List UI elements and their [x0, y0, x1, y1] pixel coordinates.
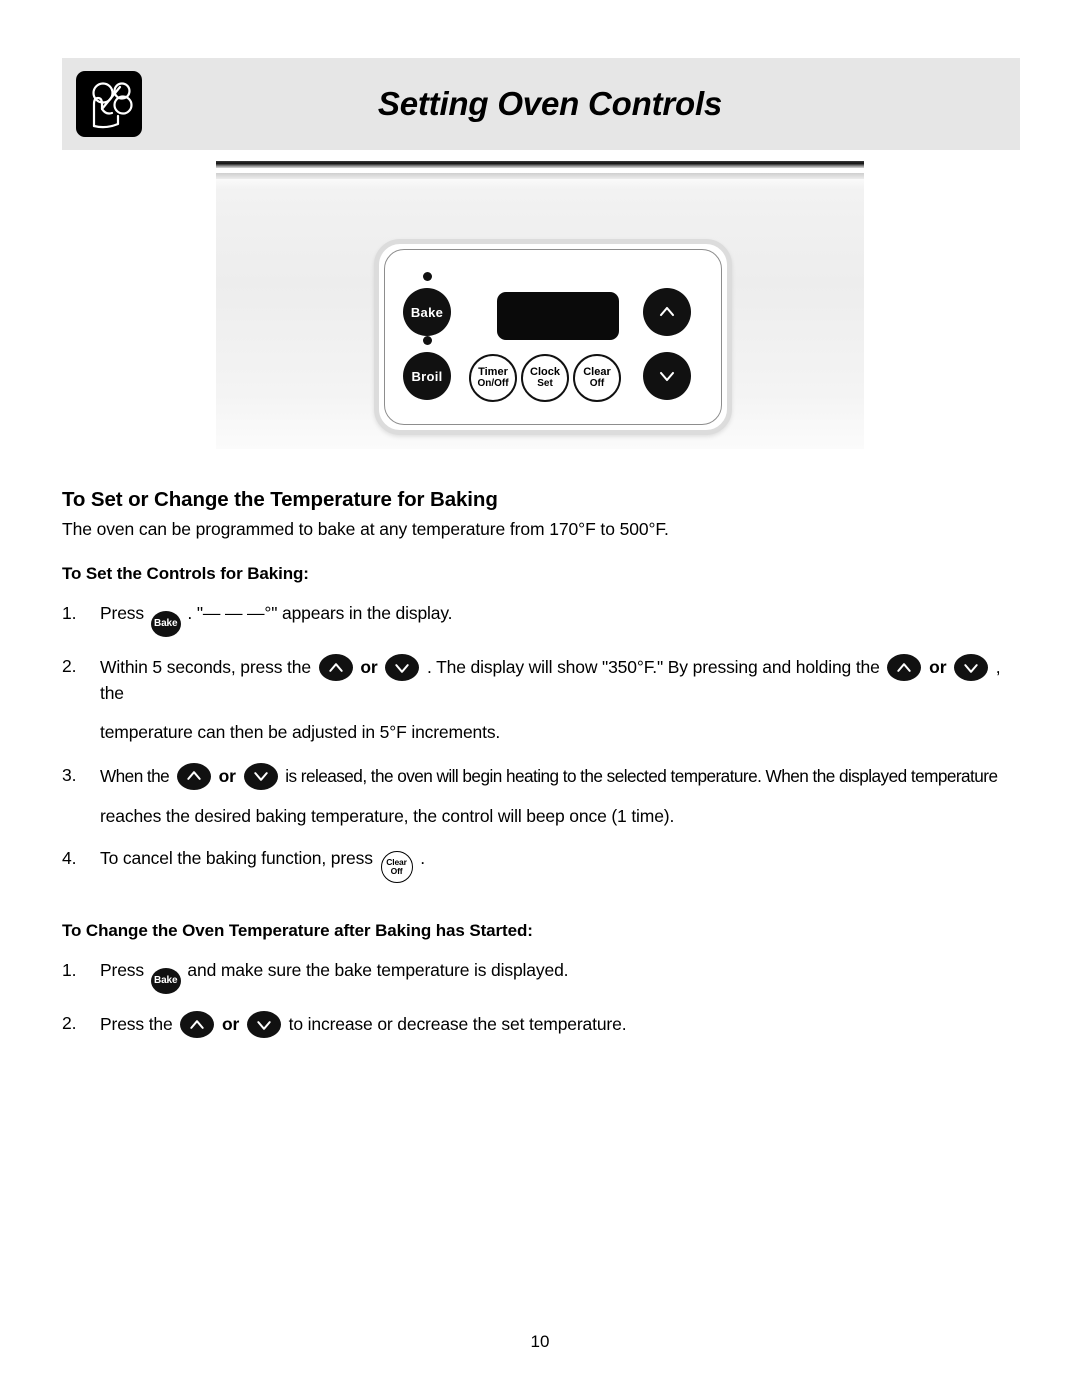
step-number: 1.: [62, 603, 77, 623]
steps-list-set-controls: 1. Press Bake . "— — —°" appears in the …: [62, 601, 1022, 884]
step-conjunction: or: [218, 765, 236, 786]
page-header: Setting Oven Controls: [62, 58, 1020, 150]
panel-button-timer-label: Timer: [478, 365, 508, 378]
oven-control-panel-illustration: Bake Broil Timer On/Off Clock Set Clear …: [216, 161, 864, 449]
page-title: Setting Oven Controls: [377, 85, 723, 122]
step-text-a: When the: [100, 765, 170, 786]
step-text-b: . "— — —°" appears in the display.: [187, 603, 453, 623]
step-text-a: Press the: [100, 1014, 173, 1035]
inline-bake-button-icon: Bake: [150, 611, 181, 637]
step-text-a: To cancel the baking function, press: [100, 848, 373, 869]
inline-bake-button-icon: Bake: [150, 968, 181, 995]
step-number: 3.: [62, 764, 77, 785]
step-number: 2.: [62, 1013, 77, 1034]
panel-button-clock[interactable]: Clock Set: [521, 354, 569, 402]
panel-button-timer[interactable]: Timer On/Off: [469, 354, 517, 402]
step-text-b: and make sure the bake temperature is di…: [187, 960, 569, 981]
inline-clear-off-button-icon: Clear Off: [380, 851, 413, 884]
inline-clear-sublabel: Off: [390, 866, 403, 877]
inline-up-arrow-icon: [180, 1011, 215, 1039]
bake-indicator-dot: [423, 272, 432, 281]
list-item: 3. When the or is released, the oven wil…: [62, 762, 1022, 829]
panel-button-clear-label: Clear: [583, 365, 611, 378]
list-item: 1. Press Bake . "— — —°" appears in the …: [62, 601, 1022, 637]
backguard-top-edge: [216, 161, 864, 168]
control-panel-inner: Bake Broil Timer On/Off Clock Set Clear …: [384, 249, 722, 425]
section-title-baking: To Set or Change the Temperature for Bak…: [62, 488, 498, 511]
step-text-b: to increase or decrease the set temperat…: [288, 1014, 627, 1035]
panel-button-clock-label: Clock: [530, 365, 560, 378]
step-number: 4.: [62, 848, 77, 869]
panel-button-clear-sublabel: Off: [589, 377, 605, 389]
list-item: 2. Press the or to increase or decrease …: [62, 1011, 1022, 1039]
step-text-a: Press: [100, 603, 144, 623]
panel-button-bake[interactable]: Bake: [403, 288, 451, 336]
inline-down-arrow-icon: [954, 654, 989, 681]
step-conjunction: or: [360, 657, 378, 677]
oven-display: [497, 292, 619, 340]
inline-up-arrow-icon: [176, 762, 211, 790]
panel-button-up-arrow[interactable]: [643, 288, 691, 336]
panel-button-clock-sublabel: Set: [537, 377, 553, 389]
step-conjunction: or: [222, 1014, 240, 1035]
inline-down-arrow-icon: [385, 654, 420, 681]
list-item: 4. To cancel the baking function, press …: [62, 846, 1022, 884]
panel-button-clear[interactable]: Clear Off: [573, 354, 621, 402]
inline-down-arrow-icon: [246, 1011, 281, 1039]
step-text-b: is released, the oven will begin heating…: [285, 765, 998, 786]
chevron-up-icon: [659, 306, 675, 317]
list-item: 2. Within 5 seconds, press the or . The …: [62, 654, 1022, 746]
step-text-line2: temperature can then be adjusted in 5°F …: [100, 722, 501, 743]
step-text-b: .: [420, 848, 425, 869]
inline-down-arrow-icon: [243, 762, 278, 790]
step-number: 1.: [62, 960, 77, 981]
panel-button-timer-sublabel: On/Off: [477, 377, 509, 389]
broil-indicator-dot: [423, 336, 432, 345]
page-content: To Set or Change the Temperature for Bak…: [62, 488, 1022, 1039]
step-text-a: Within 5 seconds, press the: [100, 657, 311, 677]
list-item: 1. Press Bake and make sure the bake tem…: [62, 958, 1022, 995]
inline-up-arrow-icon: [318, 654, 353, 681]
control-panel-plate: Bake Broil Timer On/Off Clock Set Clear …: [374, 239, 732, 435]
panel-button-broil-label: Broil: [411, 368, 443, 384]
page-number: 10: [530, 1332, 550, 1351]
panel-button-broil[interactable]: Broil: [403, 352, 451, 400]
step-text-a: Press: [100, 960, 144, 981]
step-text-line2: reaches the desired baking temperature, …: [100, 805, 675, 826]
panel-button-bake-label: Bake: [410, 304, 444, 320]
step-conjunction: or: [929, 657, 947, 677]
steps-list-change-temp: 1. Press Bake and make sure the bake tem…: [62, 958, 1022, 1039]
chevron-down-icon: [659, 371, 675, 382]
subsection-title-change-temp: To Change the Oven Temperature after Bak…: [62, 921, 533, 941]
step-number: 2.: [62, 656, 77, 676]
subsection-title-set-controls: To Set the Controls for Baking:: [62, 564, 309, 583]
step-text-b: . The display will show "350°F." By pres…: [427, 657, 880, 677]
inline-up-arrow-icon: [887, 654, 922, 681]
section-lead-text: The oven can be programmed to bake at an…: [62, 519, 669, 539]
panel-button-down-arrow[interactable]: [643, 352, 691, 400]
